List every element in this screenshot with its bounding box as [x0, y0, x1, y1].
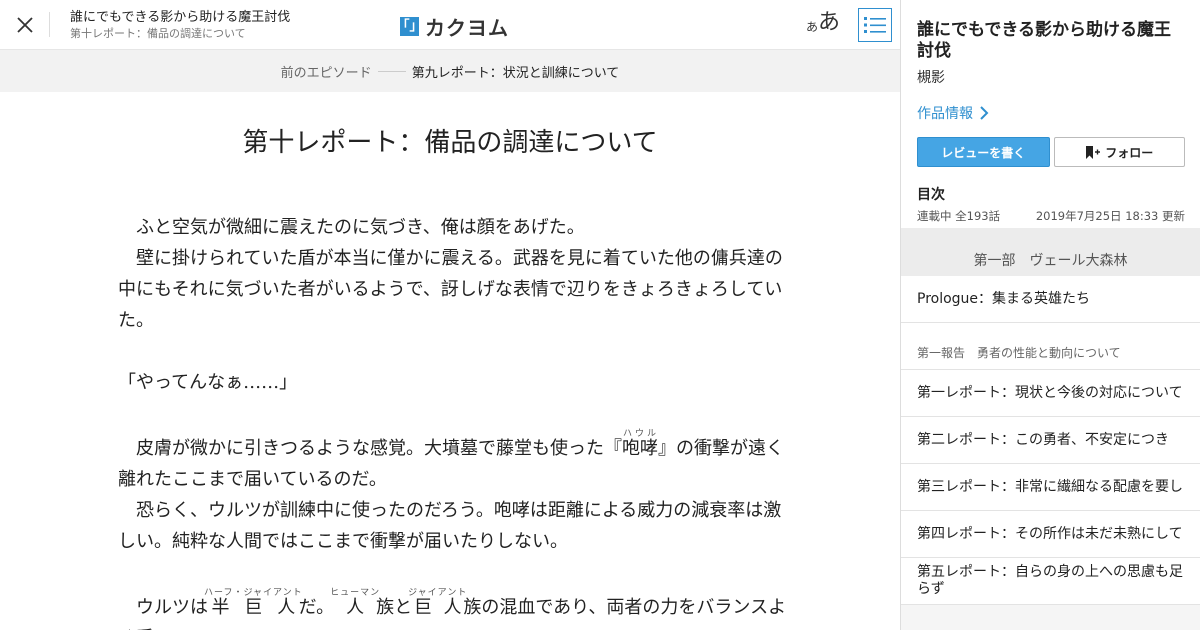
- sidebar-author[interactable]: 槻影: [917, 67, 1185, 87]
- toc-meta: 連載中 全193話 2019年7月25日 18:33 更新: [917, 208, 1185, 224]
- ruby-text: 半巨人ハーフ・ジャイアント: [204, 588, 303, 618]
- font-size-large-glyph: あ: [818, 10, 841, 35]
- toc-item[interactable]: 第一レポート：現状と今後の対応について: [901, 370, 1200, 417]
- work-info-link[interactable]: 作品情報: [917, 103, 1185, 123]
- kakuyomu-logo[interactable]: 「」 カクヨム: [396, 12, 509, 41]
- toc-list: 第一部 ヴェール大森林 Prologue：集まる英雄たち 第一報告 勇者の性能と…: [901, 228, 1200, 605]
- work-info-label: 作品情報: [917, 106, 973, 122]
- follow-label: フォロー: [1105, 145, 1154, 160]
- sidebar-work-info: 誰にでもできる影から助ける魔王討伐 槻影 作品情報 レビューを書く フォロー 目…: [901, 0, 1200, 228]
- toc-item[interactable]: 第五レポート：自らの身の上への思慮も足らず: [901, 558, 1200, 605]
- toc-heading: 目次: [917, 187, 945, 203]
- header-work-title[interactable]: 誰にでもできる影から助ける魔王討伐: [70, 10, 290, 26]
- ruby-text: 咆哮ハウル: [622, 429, 658, 459]
- write-review-button[interactable]: レビューを書く: [917, 137, 1050, 167]
- header-titles: 誰にでもできる影から助ける魔王討伐 第十レポート：備品の調達について: [70, 10, 290, 41]
- table-of-contents-button[interactable]: [858, 8, 892, 42]
- bookmark-plus-icon: [1086, 145, 1101, 159]
- font-size-small-glyph: あ: [806, 20, 819, 34]
- toc-item[interactable]: 第三レポート：非常に繊細なる配慮を要し: [901, 464, 1200, 511]
- list-icon: [864, 17, 886, 33]
- paragraph: 恐らく、ウルツが訓練中に使ったのだろう。咆哮は距離による威力の減衰率は激しい。純…: [118, 500, 782, 552]
- close-button[interactable]: [10, 10, 40, 40]
- paragraph: ウルツは半巨人ハーフ・ジャイアントだ。人ヒューマン族と巨人ジャイアント族の混血で…: [118, 588, 787, 630]
- paragraph: 「やってんなぁ……」: [118, 372, 298, 393]
- toc-item-prologue[interactable]: Prologue：集まる英雄たち: [901, 276, 1200, 323]
- episode-text: ふと空気が微細に震えたのに気づき、俺は顔をあげた。 壁に掛けられていた盾が本当に…: [118, 212, 788, 630]
- logo-mark: 「」: [396, 17, 423, 36]
- episode-title: 第十レポート：備品の調達について: [242, 128, 658, 158]
- episode-body: 第十レポート：備品の調達について ふと空気が微細に震えたのに気づき、俺は顔をあげ…: [0, 92, 900, 630]
- work-sidebar: 誰にでもできる影から助ける魔王討伐 槻影 作品情報 レビューを書く フォロー 目…: [900, 0, 1200, 630]
- font-size-button[interactable]: あ あ: [806, 10, 840, 36]
- logo-text: カクヨム: [425, 16, 509, 40]
- reader-header: 誰にでもできる影から助ける魔王討伐 第十レポート：備品の調達について 「」 カク…: [0, 0, 900, 50]
- header-divider: [49, 12, 50, 37]
- paragraph: 皮膚が微かに引きつるような感覚。大墳墓で藤堂も使った『咆哮ハウル』の衝撃が遠く離…: [118, 429, 784, 490]
- last-updated: 2019年7月25日 18:33 更新: [1035, 209, 1185, 223]
- episode-navigation: 前のエピソード 第九レポート：状況と訓練について: [0, 50, 900, 92]
- header-episode-title: 第十レポート：備品の調達について: [70, 27, 246, 40]
- sidebar-actions: レビューを書く フォロー: [917, 137, 1185, 167]
- prev-episode-link[interactable]: 第九レポート：状況と訓練について: [412, 62, 620, 81]
- ruby-text: 巨人ジャイアント: [408, 588, 468, 618]
- paragraph: 壁に掛けられていた盾が本当に僅かに震える。武器を見に着ていた他の傭兵達の中にもそ…: [118, 248, 783, 331]
- toc-item[interactable]: 第二レポート：この勇者、不安定につき: [901, 417, 1200, 464]
- chevron-right-icon: [980, 106, 989, 120]
- sidebar-work-title[interactable]: 誰にでもできる影から助ける魔王討伐: [917, 20, 1185, 62]
- close-icon: [17, 17, 33, 33]
- nav-divider: [377, 70, 406, 72]
- toc-section-title: 第一報告 勇者の性能と動向について: [901, 323, 1200, 370]
- follow-button[interactable]: フォロー: [1053, 137, 1185, 167]
- ruby-text: 人ヒューマン: [330, 588, 381, 618]
- toc-item[interactable]: 第四レポート：その所作は未だ未熟にして: [901, 511, 1200, 558]
- serial-status: 連載中 全193話: [917, 209, 1001, 223]
- paragraph: ふと空気が微細に震えたのに気づき、俺は顔をあげた。: [118, 217, 585, 238]
- prev-episode-label[interactable]: 前のエピソード: [281, 62, 372, 81]
- toc-part-title: 第一部 ヴェール大森林: [901, 228, 1200, 276]
